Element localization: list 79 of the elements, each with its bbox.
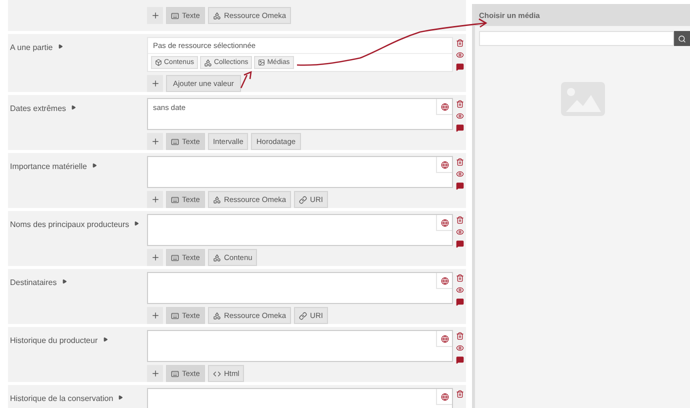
comment-icon[interactable]	[456, 240, 464, 248]
add-button[interactable]	[147, 249, 163, 266]
plus-icon	[150, 253, 160, 262]
comment-icon[interactable]	[456, 182, 464, 190]
caret-icon[interactable]	[134, 221, 140, 226]
language-button[interactable]	[436, 331, 452, 347]
keyboard-icon	[171, 12, 179, 20]
language-button[interactable]	[436, 389, 452, 405]
image-icon	[258, 59, 266, 66]
property-label: A une partie	[9, 42, 53, 54]
globe-icon	[440, 276, 448, 284]
plus-icon	[150, 195, 160, 204]
comment-icon[interactable]	[456, 356, 464, 364]
globe-icon	[440, 218, 448, 226]
property-label: Historique de la conservation	[9, 393, 114, 405]
caret-icon[interactable]	[118, 395, 124, 400]
eye-icon[interactable]	[456, 228, 464, 236]
caret-icon[interactable]	[102, 337, 108, 342]
property-label: Noms des principaux producteurs	[9, 219, 130, 231]
eye-icon[interactable]	[456, 112, 464, 120]
eye-icon[interactable]	[456, 344, 464, 352]
plus-icon	[150, 369, 160, 378]
trash-icon[interactable]	[456, 332, 464, 340]
add-button[interactable]	[147, 365, 163, 382]
search-button[interactable]	[674, 31, 690, 46]
globe-icon	[440, 392, 448, 400]
globe-icon	[440, 160, 448, 168]
code-icon	[212, 370, 221, 378]
eye-icon[interactable]	[456, 170, 464, 178]
shapes-icon	[204, 58, 212, 66]
keyboard-icon	[171, 138, 179, 146]
plus-icon	[150, 11, 160, 20]
search-field[interactable]	[479, 31, 674, 46]
plus-icon	[150, 311, 160, 320]
keyboard-icon	[171, 196, 179, 204]
cube-icon	[155, 59, 162, 66]
language-button[interactable]	[436, 273, 452, 289]
trash-icon[interactable]	[456, 158, 464, 166]
comment-icon[interactable]	[456, 124, 464, 132]
trash-icon[interactable]	[456, 39, 464, 47]
property-label: Dates extrêmes	[9, 103, 66, 115]
add-button[interactable]	[147, 307, 163, 324]
trash-icon[interactable]	[456, 274, 464, 282]
caret-icon[interactable]	[92, 163, 97, 168]
plus-icon	[150, 79, 160, 88]
property-label: Importance matérielle	[9, 161, 87, 173]
property-label: Destinataires	[9, 277, 57, 289]
comment-icon[interactable]	[456, 63, 464, 71]
search-icon	[678, 34, 686, 42]
shapes-icon	[212, 312, 221, 320]
eye-icon[interactable]	[456, 51, 464, 59]
trash-icon[interactable]	[456, 216, 464, 224]
add-button[interactable]	[147, 7, 163, 24]
language-button[interactable]	[436, 157, 452, 173]
keyboard-icon	[171, 370, 179, 378]
add-button[interactable]	[147, 133, 163, 150]
globe-icon	[440, 334, 448, 342]
caret-icon[interactable]	[71, 105, 76, 110]
caret-icon[interactable]	[58, 44, 63, 49]
language-button[interactable]	[436, 215, 452, 231]
shapes-icon	[212, 196, 221, 204]
trash-icon[interactable]	[456, 390, 464, 398]
trash-icon[interactable]	[456, 100, 464, 108]
link-icon	[299, 196, 308, 204]
add-button[interactable]	[147, 75, 163, 92]
globe-icon	[440, 102, 448, 110]
shapes-icon	[212, 254, 221, 262]
language-button[interactable]	[436, 99, 452, 115]
eye-icon[interactable]	[456, 286, 464, 294]
property-label: Historique du producteur	[9, 335, 98, 347]
keyboard-icon	[171, 312, 179, 320]
comment-icon[interactable]	[456, 298, 464, 306]
plus-icon	[150, 137, 160, 146]
add-button[interactable]	[147, 191, 163, 208]
shapes-icon	[212, 12, 221, 20]
link-icon	[299, 312, 308, 320]
annotation-arrow	[240, 70, 252, 88]
keyboard-icon	[171, 254, 179, 262]
caret-icon[interactable]	[62, 279, 67, 284]
